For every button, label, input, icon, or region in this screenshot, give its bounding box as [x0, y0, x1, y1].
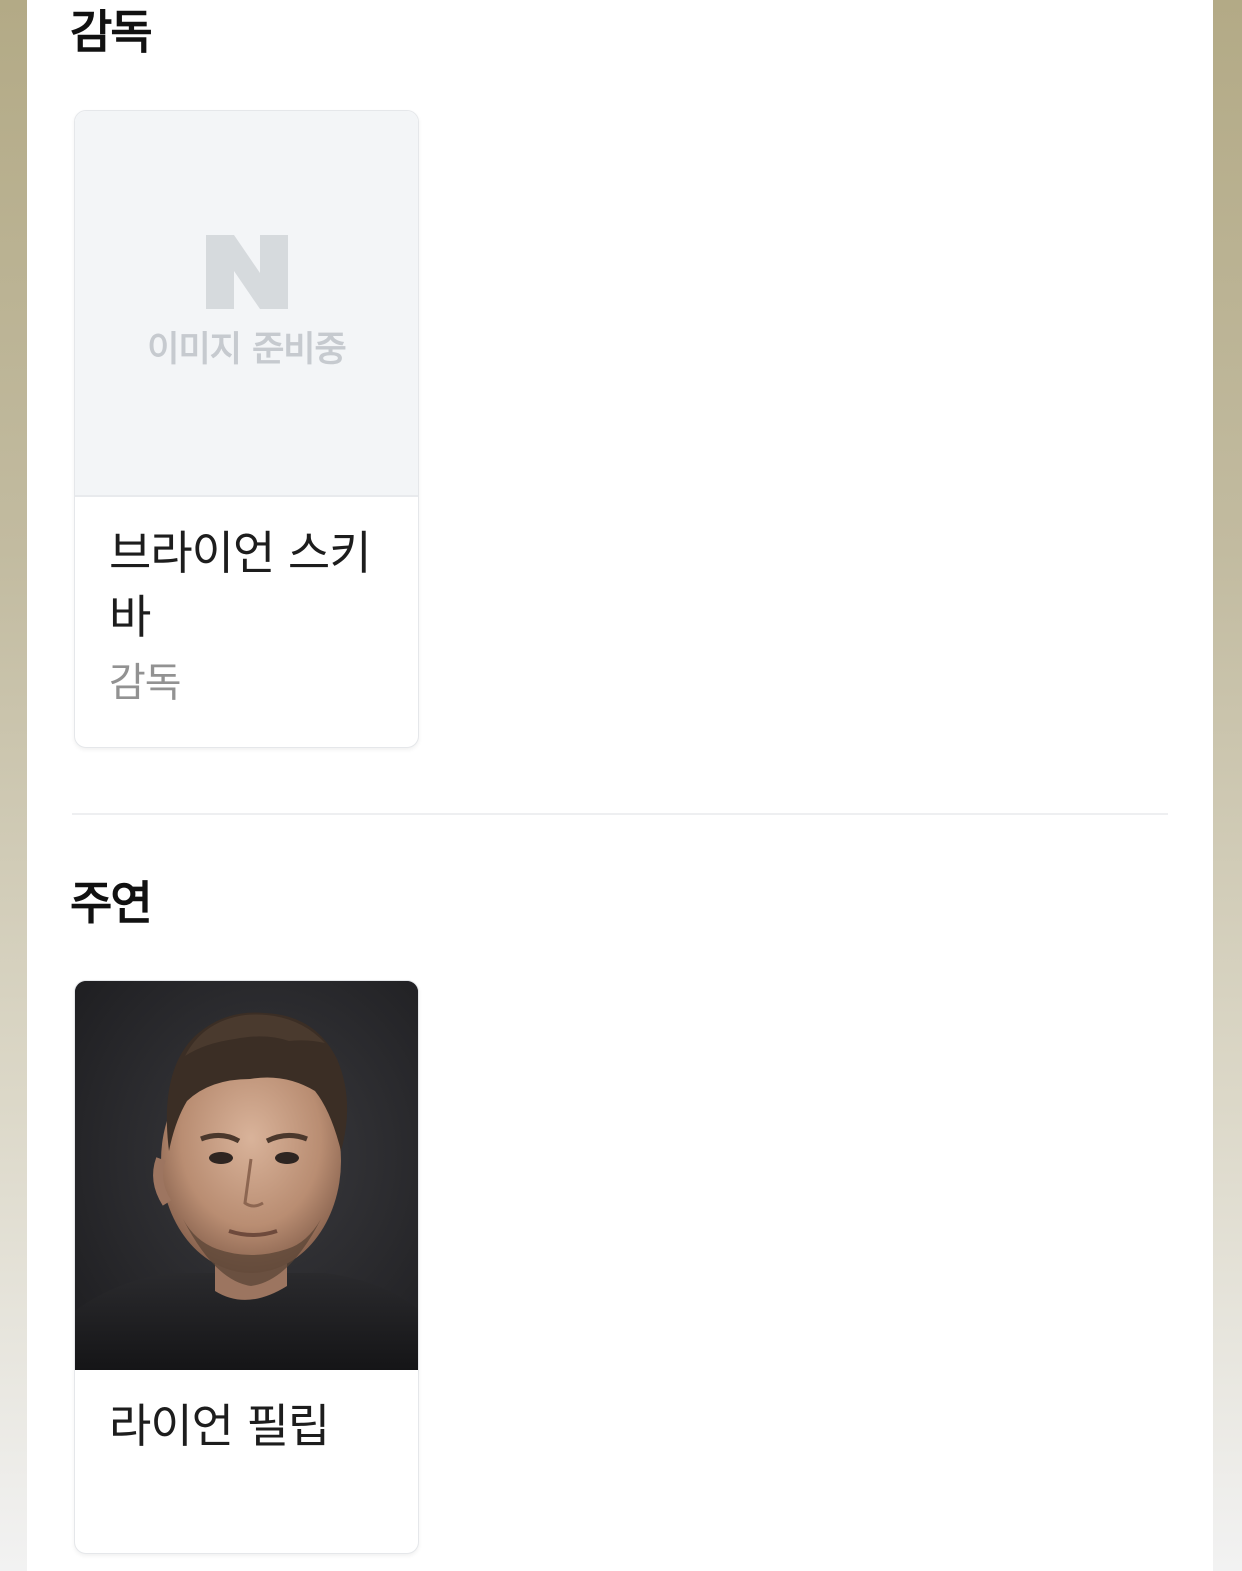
card-body: 브라이언 스키바 감독 — [75, 497, 418, 711]
person-name[interactable]: 브라이언 스키바 — [109, 521, 398, 649]
portrait-photo-image — [75, 981, 418, 1370]
person-card-lead-actor[interactable]: 라이언 필립 — [74, 980, 419, 1554]
person-card-director[interactable]: 이미지 준비중 브라이언 스키바 감독 — [74, 110, 419, 748]
person-name[interactable]: 라이언 필립 — [109, 1394, 398, 1458]
actor-photo — [75, 981, 418, 1370]
naver-n-logo-icon — [206, 235, 288, 309]
image-placeholder: 이미지 준비중 — [75, 111, 418, 497]
section-title-director: 감독 — [70, 5, 153, 59]
person-role: 감독 — [109, 660, 182, 706]
image-placeholder-text: 이미지 준비중 — [147, 330, 346, 370]
section-divider — [72, 813, 1168, 815]
card-body: 라이언 필립 — [75, 1370, 418, 1458]
section-title-lead-cast: 주연 — [70, 876, 153, 930]
content-panel: 감독 이미지 준비중 브라이언 스키바 감독 주연 라이언 필립 — [27, 0, 1213, 1571]
